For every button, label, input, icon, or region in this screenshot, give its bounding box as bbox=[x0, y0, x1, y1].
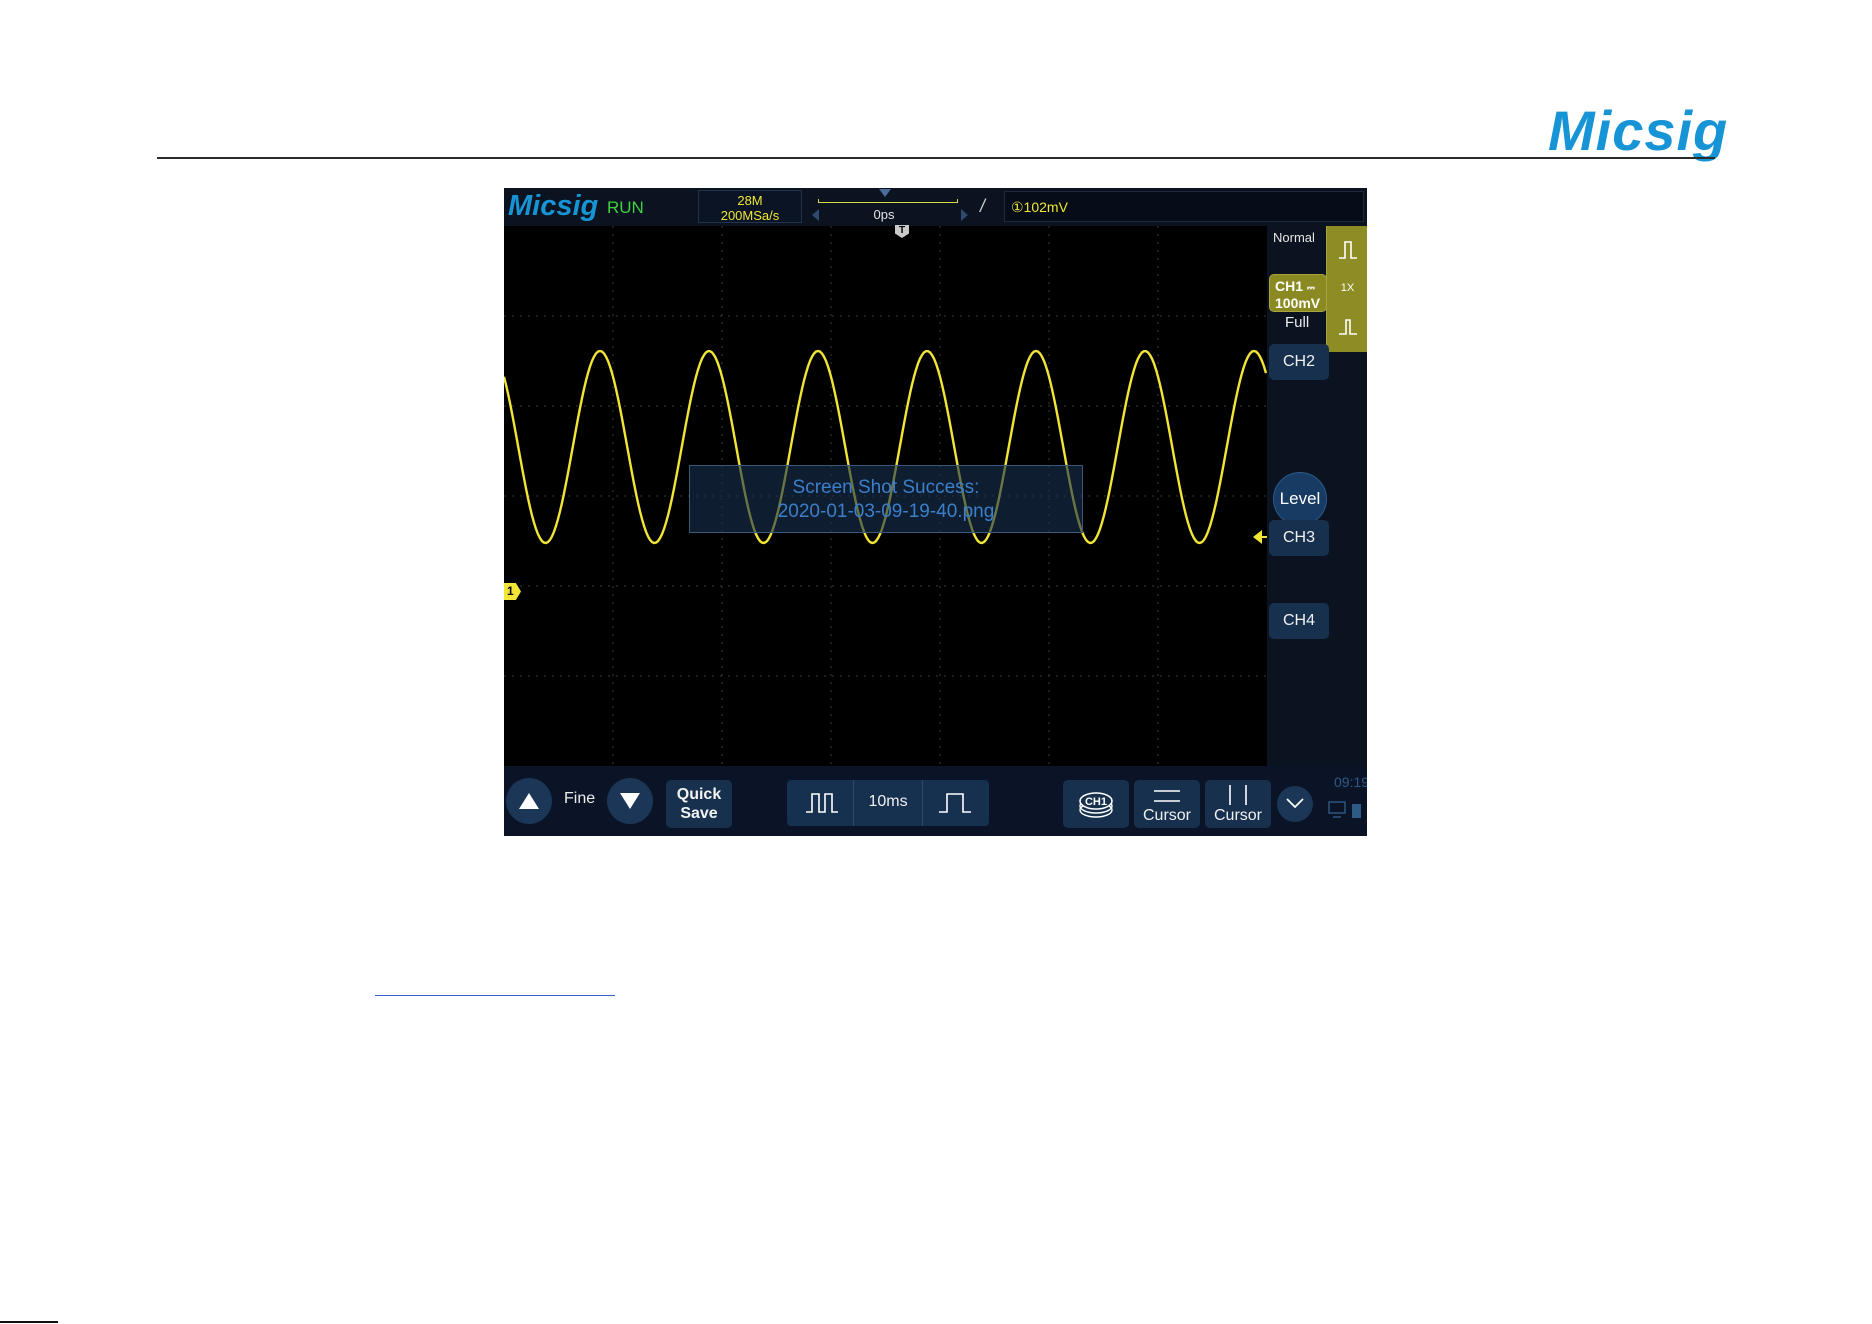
trigger-level-readout[interactable]: ①102mV bbox=[1004, 191, 1364, 222]
pulse-wide-icon[interactable] bbox=[1336, 238, 1360, 262]
oscilloscope-screen: Micsig RUN 28M 200MSa/s 0ps / ①102mV T S… bbox=[504, 188, 1367, 836]
probe-panel: 1X bbox=[1326, 226, 1367, 352]
down-button[interactable] bbox=[607, 778, 653, 824]
hyperlink-underline[interactable] bbox=[375, 995, 615, 996]
memory-depth: 28M bbox=[737, 193, 763, 208]
quick-save-button[interactable]: Quick Save bbox=[666, 780, 732, 828]
horizontal-cursor-button[interactable]: Cursor bbox=[1134, 780, 1200, 828]
timebase-value[interactable]: 10ms bbox=[855, 793, 921, 811]
display-icon bbox=[1328, 801, 1361, 818]
bottom-toolbar: Fine Quick Save 10ms CH1 Cursor Cursor bbox=[504, 766, 1367, 836]
divider bbox=[853, 780, 854, 826]
scope-brand-logo: Micsig bbox=[508, 190, 599, 222]
right-panel: Normal CH1 ⎓ 100mV Full 1X CH2 Level CH3… bbox=[1267, 226, 1367, 766]
channel-stack-icon: CH1 bbox=[1079, 792, 1113, 818]
pulse-wide-icon[interactable] bbox=[804, 790, 840, 816]
trigger-level-button[interactable]: Level bbox=[1273, 472, 1327, 526]
ch1-scale: 100mV bbox=[1275, 295, 1321, 311]
header-rule bbox=[157, 157, 1715, 159]
horizontal-cursor-icon bbox=[1154, 790, 1180, 802]
horizontal-cursor-label: Cursor bbox=[1142, 807, 1191, 824]
ch1-settings-button[interactable]: CH1 ⎓ 100mV bbox=[1269, 274, 1327, 312]
channel-select-button[interactable]: CH1 bbox=[1063, 780, 1129, 828]
pulse-narrow-icon[interactable] bbox=[937, 790, 973, 816]
position-marker-icon bbox=[879, 189, 891, 197]
vertical-cursor-icon bbox=[1229, 785, 1247, 805]
ch1-bandwidth[interactable]: Full bbox=[1285, 314, 1309, 331]
dc-coupling-icon: ⎓ bbox=[1306, 283, 1315, 294]
document-logo: Micsig bbox=[1548, 99, 1729, 162]
footer-mark bbox=[0, 1321, 58, 1323]
toast-title: Screen Shot Success: bbox=[792, 477, 980, 498]
vertical-cursor-button[interactable]: Cursor bbox=[1205, 780, 1271, 828]
trigger-slope-icon[interactable]: / bbox=[980, 196, 985, 217]
quick-save-label-1: Quick bbox=[676, 786, 722, 803]
fine-toggle[interactable]: Fine bbox=[564, 790, 595, 808]
battery-icon bbox=[1352, 804, 1361, 818]
ch3-button[interactable]: CH3 bbox=[1269, 520, 1329, 556]
screenshot-toast: Screen Shot Success: 2020-01-03-09-19-40… bbox=[689, 465, 1083, 533]
pulse-narrow-icon[interactable] bbox=[1336, 314, 1360, 338]
timebase-control: 10ms bbox=[787, 780, 989, 826]
down-arrow-icon bbox=[620, 793, 640, 809]
acquisition-info[interactable]: 28M 200MSa/s bbox=[698, 190, 802, 223]
vertical-cursor-label: Cursor bbox=[1213, 807, 1262, 824]
expand-menu-button[interactable] bbox=[1277, 786, 1313, 822]
divider bbox=[922, 780, 923, 826]
trigger-level-arrow-icon bbox=[1253, 530, 1262, 544]
right-arrow-icon[interactable] bbox=[961, 209, 968, 221]
memory-window-bar bbox=[818, 199, 958, 203]
sample-rate: 200MSa/s bbox=[720, 208, 780, 223]
ch2-button[interactable]: CH2 bbox=[1269, 344, 1329, 380]
trigger-position-control[interactable]: 0ps bbox=[810, 189, 968, 222]
run-state-indicator[interactable]: RUN bbox=[607, 198, 644, 218]
toast-filename: 2020-01-03-09-19-40.png bbox=[777, 501, 995, 522]
probe-multiplier[interactable]: 1X bbox=[1327, 282, 1367, 294]
top-status-bar: Micsig RUN 28M 200MSa/s 0ps / ①102mV bbox=[504, 188, 1367, 226]
trigger-position-value: 0ps bbox=[873, 207, 895, 222]
ch1-label: CH1 bbox=[1275, 278, 1304, 294]
chevron-down-icon bbox=[1286, 798, 1304, 809]
up-button[interactable] bbox=[506, 778, 552, 824]
clock: 09:19 bbox=[1334, 774, 1367, 790]
trigger-mode[interactable]: Normal bbox=[1273, 230, 1315, 245]
quick-save-label-2: Save bbox=[680, 805, 718, 822]
up-arrow-icon bbox=[519, 793, 539, 809]
channel-select-label: CH1 bbox=[1085, 796, 1107, 808]
status-icons bbox=[1328, 800, 1364, 825]
ch4-button[interactable]: CH4 bbox=[1269, 603, 1329, 639]
